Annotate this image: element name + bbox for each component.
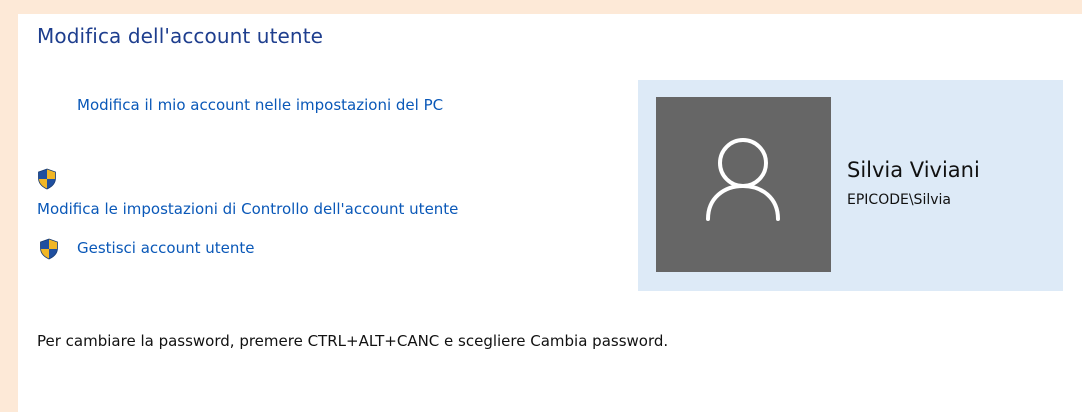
user-name: Silvia Viviani [847, 158, 980, 182]
user-card: Silvia Viviani EPICODE\Silvia [638, 80, 1063, 291]
page-title: Modifica dell'account utente [37, 24, 324, 48]
uac-shield-icon [39, 238, 59, 260]
user-account-id: EPICODE\Silvia [847, 192, 951, 208]
user-silhouette-icon [706, 138, 780, 221]
password-change-note: Per cambiare la password, premere CTRL+A… [37, 332, 669, 350]
manage-user-accounts-link[interactable]: Gestisci account utente [77, 239, 254, 257]
user-accounts-panel: Modifica dell'account utente Modifica il… [18, 14, 1082, 412]
avatar [656, 97, 831, 272]
change-uac-settings-link[interactable]: Modifica le impostazioni di Controllo de… [37, 200, 458, 218]
uac-shield-icon [37, 168, 57, 190]
change-account-in-pc-settings-link[interactable]: Modifica il mio account nelle impostazio… [77, 96, 443, 114]
